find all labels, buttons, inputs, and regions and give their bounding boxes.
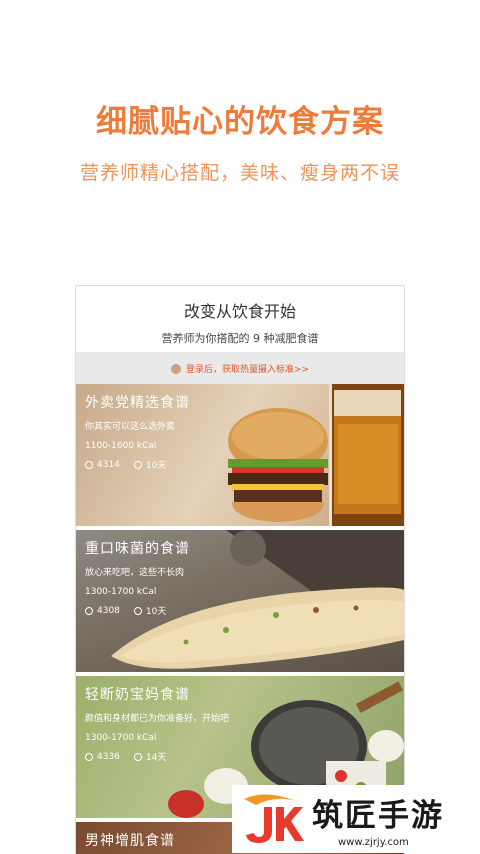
recipe-count: 4314: [97, 459, 120, 470]
recipe-card-text: 外卖党精选食谱 你其实可以这么选外卖 1100-1600 kCal 4314 1…: [85, 392, 190, 471]
recipe-kcal: 1300-1700 kCal: [85, 587, 157, 597]
headline: 细腻贴心的饮食方案: [96, 104, 384, 140]
clock-icon: [133, 606, 142, 615]
recipe-name: 轻断奶宝妈食谱: [85, 687, 190, 703]
recipe-meta: 4336 14天: [85, 750, 229, 763]
user-icon: [170, 363, 181, 374]
login-prompt-label: 登录后，获取热量摄入标准>>: [185, 365, 310, 375]
recipe-name: 男神增肌食谱: [85, 833, 175, 849]
screen-title: 改变从饮食开始: [183, 302, 296, 321]
flame-icon: [85, 460, 93, 469]
recipe-kcal: 1100-1600 kCal: [85, 441, 157, 451]
recipe-desc: 你其实可以这么选外卖: [85, 422, 176, 432]
watermark-text: 筑匠手游 www.zjrjy.com: [312, 790, 444, 848]
subheadline: 营养师精心搭配，美味、瘦身两不误: [79, 162, 400, 184]
recipe-card-takeout[interactable]: 外卖党精选食谱 你其实可以这么选外卖 1100-1600 kCal 4314 1…: [76, 384, 404, 530]
screen-subtitle: 营养师为你搭配的 9 种减肥食谱: [161, 332, 319, 345]
recipe-name: 外卖党精选食谱: [85, 395, 190, 411]
recipe-count: 4308: [97, 605, 120, 616]
site-watermark: 筑匠手游 www.zjrjy.com: [232, 785, 480, 853]
recipe-name: 重口味菌的食谱: [85, 541, 190, 557]
watermark-title: 筑匠手游: [312, 798, 444, 834]
recipe-days: 14天: [145, 753, 167, 763]
flame-icon: [85, 606, 93, 615]
recipe-desc: 放心来吃吧，这些不长肉: [85, 568, 185, 578]
recipe-count: 4336: [97, 751, 120, 762]
app-screen-preview: 改变从饮食开始 营养师为你搭配的 9 种减肥食谱 登录后，获取热量摄入标准>> …: [75, 285, 405, 854]
recipe-desc: 颜值和身材都已为你准备好，开始吧: [85, 714, 230, 724]
recipe-meta: 4314 10天: [85, 458, 190, 471]
recipe-kcal: 1300-1700 kCal: [85, 733, 157, 743]
clock-icon: [133, 460, 142, 469]
recipe-card-text: 男神增肌食谱: [85, 830, 175, 854]
login-prompt-bar[interactable]: 登录后，获取热量摄入标准>>: [76, 353, 404, 384]
recipe-days: 10天: [145, 607, 167, 617]
recipe-card-text: 重口味菌的食谱 放心来吃吧，这些不长肉 1300-1700 kCal 4308 …: [85, 538, 190, 617]
screen-header: 改变从饮食开始 营养师为你搭配的 9 种减肥食谱: [76, 286, 404, 353]
clock-icon: [133, 752, 142, 761]
recipe-card-text: 轻断奶宝妈食谱 颜值和身材都已为你准备好，开始吧 1300-1700 kCal …: [85, 684, 229, 763]
recipe-meta: 4308 10天: [85, 604, 190, 617]
flame-icon: [85, 752, 93, 761]
recipe-days: 10天: [145, 461, 167, 471]
recipe-card-heavy-taste[interactable]: 重口味菌的食谱 放心来吃吧，这些不长肉 1300-1700 kCal 4308 …: [76, 530, 404, 676]
jk-logo-icon: [244, 794, 304, 843]
watermark-url: www.zjrjy.com: [338, 837, 409, 848]
